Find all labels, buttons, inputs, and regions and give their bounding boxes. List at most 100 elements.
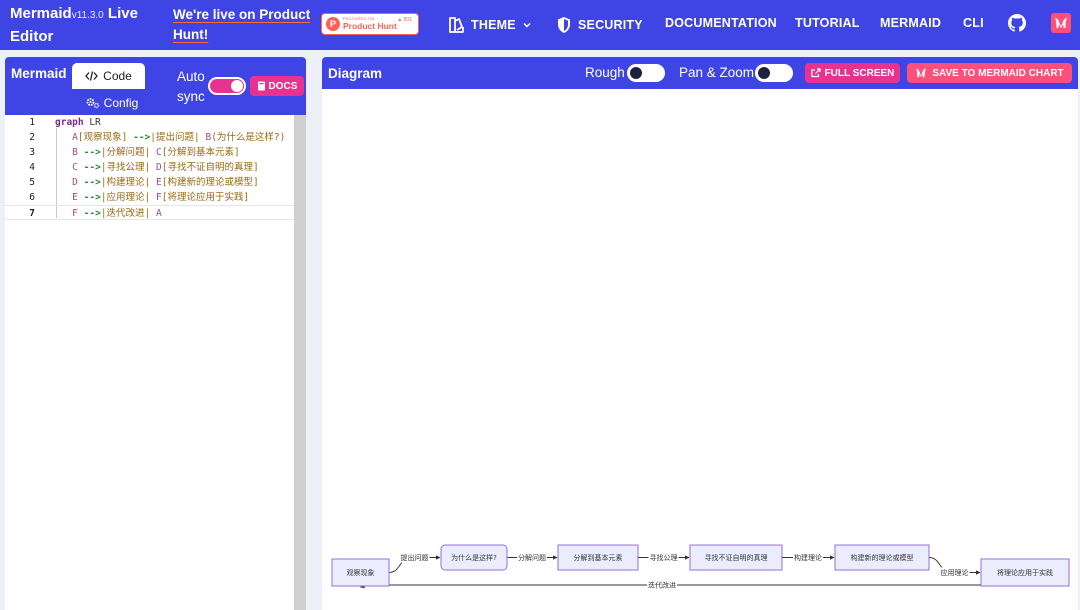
nav-mermaid[interactable]: MERMAID [880, 16, 941, 30]
editor-header: Mermaid Code Config Auto sync DOCS [5, 57, 306, 115]
flow-node-d[interactable]: 寻找不证自明的真理 [689, 544, 783, 571]
diagram-title: Diagram [328, 66, 383, 81]
code-token: LR [83, 117, 101, 128]
edge-label: 迭代改进 [648, 581, 676, 590]
code-token: [观察现象] [77, 132, 128, 143]
edge-f-a [360, 583, 1026, 589]
edge-label: 应用理论 [941, 568, 969, 577]
diagram-canvas[interactable]: 提出问题 分解问题 寻找公理 构建理论应用理论迭代改进 观察现象 为什么是这样? 分解到基本… [322, 89, 1078, 610]
code-line[interactable]: 6 E -->|应用理论| F[将理论应用于实践] [5, 190, 305, 205]
rough-toggle[interactable] [627, 64, 665, 82]
auto-sync-label: Auto sync [177, 67, 205, 107]
mermaid-chart-icon[interactable] [1051, 13, 1071, 33]
code-token: --> [83, 208, 101, 219]
code-token: [将理论应用于实践] [161, 192, 250, 203]
flow-node-label: 将理论应用于实践 [997, 568, 1053, 577]
mermaid-logo-icon [1055, 18, 1067, 28]
code-line[interactable]: 4 C -->|寻找公理| D[寻找不证自明的真理] [5, 160, 305, 175]
code-editor[interactable]: 1 graph LR 2 A[观察现象] -->|提出问题| B(为什么是这样?) 3… [5, 115, 305, 610]
code-text: C -->|寻找公理| D[寻找不证自明的真理] [55, 160, 259, 175]
brand-version: v11.3.0 [71, 10, 104, 21]
product-hunt-badge[interactable]: P FEATURED ON Product Hunt ▲ 831 [321, 13, 419, 35]
diagram-header: Diagram Rough Pan & Zoom FULL SCREEN SAV… [322, 57, 1078, 89]
flow-node-c[interactable]: 分解到基本元素 [557, 544, 639, 571]
docs-button-label: DOCS [268, 80, 298, 92]
toggle-knob [630, 67, 642, 79]
nav-theme[interactable]: THEME [447, 16, 532, 34]
line-number: 7 [29, 208, 35, 219]
auto-sync-label-line1: Auto [177, 69, 205, 84]
code-line[interactable]: 1 graph LR [5, 115, 305, 130]
full-screen-label: FULL SCREEN [824, 67, 895, 79]
code-line[interactable]: 3 B -->|分解问题| C[分解到基本元素] [5, 145, 305, 160]
nav-tutorial-label: TUTORIAL [795, 16, 860, 30]
flow-node-label: 分解到基本元素 [574, 553, 623, 562]
line-number: 5 [29, 177, 35, 188]
rough-label: Rough [585, 65, 625, 80]
code-text: graph LR [55, 115, 101, 130]
full-screen-button[interactable]: FULL SCREEN [805, 63, 900, 83]
mermaid-logo-icon [916, 68, 927, 78]
brand-name: Mermaid [10, 5, 72, 22]
code-text: B -->|分解问题| C[分解到基本元素] [55, 145, 240, 160]
edge-label: 提出问题 [401, 553, 429, 562]
flow-node-f[interactable]: 将理论应用于实践 [980, 558, 1070, 587]
line-number: 2 [29, 132, 35, 143]
code-line[interactable]: 5 D -->|构建理论| E[构建新的理论或模型] [5, 175, 305, 190]
product-hunt-upvote-count: ▲ 831 [397, 17, 412, 23]
edge-label: 构建理论 [794, 553, 822, 562]
toggle-knob [231, 80, 243, 92]
product-hunt-link[interactable]: We're live on Product Hunt! [173, 5, 313, 45]
line-number: 4 [29, 162, 35, 173]
nav-theme-label: THEME [471, 18, 516, 32]
nav-documentation-label: DOCUMENTATION [665, 16, 777, 30]
code-text: F -->|迭代改进| A [55, 206, 162, 221]
nav-cli[interactable]: CLI [963, 16, 984, 30]
product-hunt-logo-icon: P [326, 17, 340, 31]
save-to-mermaid-chart-button[interactable]: SAVE TO MERMAID CHART [907, 63, 1072, 83]
chevron-down-icon [523, 23, 531, 28]
code-token: [分解到基本元素] [161, 147, 240, 158]
tab-config[interactable]: Config [72, 93, 152, 113]
code-token: [寻找不证自明的真理] [161, 162, 259, 173]
edge-label: 寻找公理 [650, 553, 678, 562]
flow-node-label: 寻找不证自明的真理 [705, 553, 768, 562]
code-line[interactable]: 2 A[观察现象] -->|提出问题| B(为什么是这样?) [5, 130, 305, 145]
app-brand[interactable]: Mermaidv11.3.0 Live Editor [10, 3, 160, 47]
flow-node-e[interactable]: 构建新的理论或模型 [834, 544, 930, 571]
code-token: --> [83, 147, 101, 158]
auto-sync-toggle[interactable] [208, 77, 246, 95]
flow-node-label: 为什么是这样? [451, 553, 497, 562]
github-icon[interactable] [1008, 14, 1026, 32]
nav-security[interactable]: SECURITY [556, 16, 643, 34]
book-icon [257, 81, 265, 91]
code-token: --> [83, 192, 101, 203]
tab-code[interactable]: Code [72, 63, 145, 89]
line-number: 1 [29, 117, 35, 128]
flow-node-b[interactable]: 为什么是这样? [440, 544, 508, 571]
code-token: |构建理论| [100, 177, 151, 188]
nav-tutorial[interactable]: TUTORIAL [795, 16, 860, 30]
code-token: |提出问题| [150, 132, 200, 143]
code-token: |迭代改进| [100, 208, 151, 219]
pan-zoom-toggle[interactable] [755, 64, 793, 82]
product-hunt-link-line2: Hunt! [173, 27, 209, 42]
code-line[interactable]: 7 F -->|迭代改进| A [5, 205, 305, 220]
flow-node-label: 观察现象 [347, 568, 375, 577]
external-link-icon [810, 68, 821, 78]
docs-button[interactable]: DOCS [250, 76, 304, 96]
code-icon [85, 71, 99, 81]
line-number: 6 [29, 192, 35, 203]
editor-title: Mermaid [11, 66, 67, 81]
line-number: 3 [29, 147, 35, 158]
nav-documentation[interactable]: DOCUMENTATION [665, 16, 777, 30]
flow-node-a[interactable]: 观察现象 [331, 558, 390, 587]
product-hunt-badge-text: Product Hunt [343, 21, 397, 31]
editor-scrollbar[interactable] [294, 115, 306, 610]
code-token: |寻找公理| [100, 162, 151, 173]
edge-label: 分解问题 [518, 553, 546, 562]
